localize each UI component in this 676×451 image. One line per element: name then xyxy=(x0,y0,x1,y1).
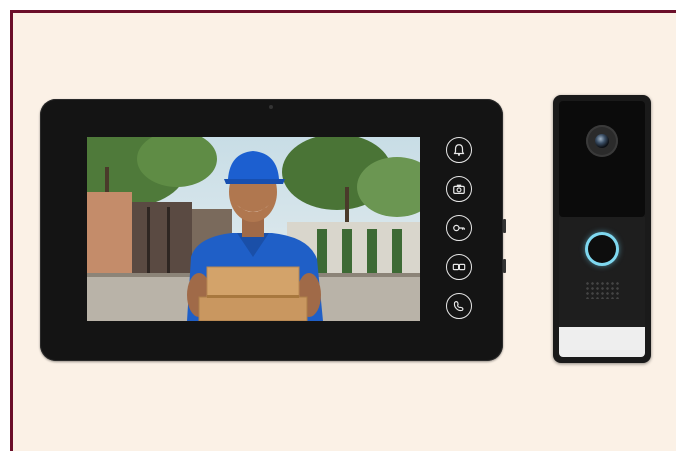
key-unlock-icon xyxy=(453,224,465,232)
monitor-side-control-2[interactable] xyxy=(503,259,506,273)
camera-lens-icon xyxy=(595,134,609,148)
doorbell-control-panel xyxy=(559,217,645,327)
page-margin-left xyxy=(0,0,10,441)
unlock-button[interactable] xyxy=(446,215,472,241)
doorbell-lens-housing xyxy=(586,125,618,157)
screen-scene-illustration xyxy=(87,137,420,321)
bell-icon xyxy=(453,144,465,156)
intercom-icon xyxy=(452,263,466,271)
snapshot-button[interactable] xyxy=(446,176,472,202)
call-answer-button[interactable] xyxy=(446,293,472,319)
call-button-icon[interactable] xyxy=(588,235,616,263)
indoor-monitor xyxy=(40,99,506,361)
monitor-button-column xyxy=(446,137,474,327)
bell-button[interactable] xyxy=(446,137,472,163)
intercom-button[interactable] xyxy=(446,254,472,280)
monitor-screen xyxy=(87,137,420,321)
camera-icon xyxy=(453,184,465,194)
monitor-side-control[interactable] xyxy=(503,219,506,233)
phone-handset-icon xyxy=(453,301,464,312)
outdoor-doorbell-unit xyxy=(553,95,651,363)
page-margin-top xyxy=(0,0,676,10)
doorbell-camera-panel xyxy=(559,101,645,217)
speaker-grille-icon xyxy=(585,281,619,299)
doorbell-name-plate xyxy=(559,327,645,357)
monitor-sensor-dot xyxy=(269,105,273,109)
